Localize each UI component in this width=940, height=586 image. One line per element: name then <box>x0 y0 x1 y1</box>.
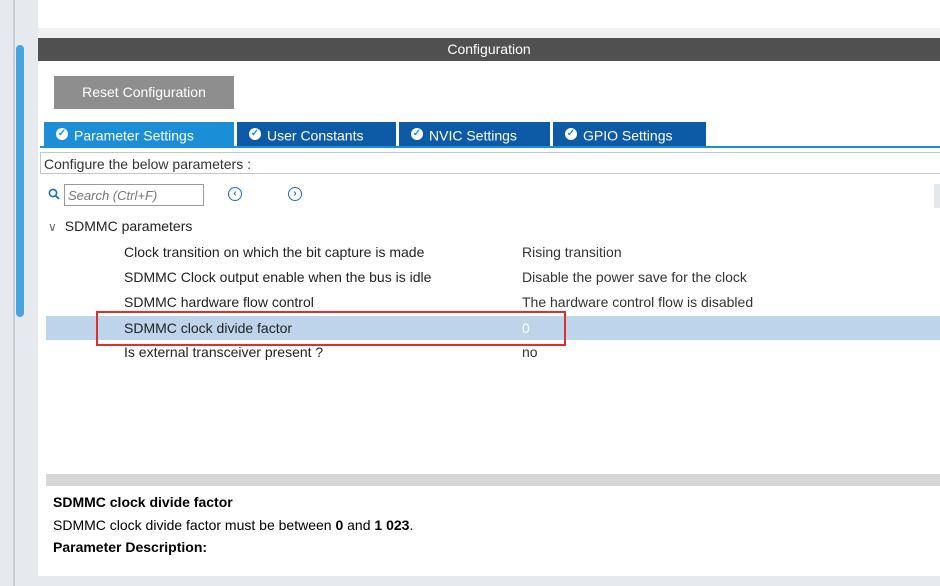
check-circle-icon: ✓ <box>249 128 261 141</box>
reset-configuration-button[interactable]: Reset Configuration <box>54 76 234 109</box>
search-icon <box>48 188 60 203</box>
parameter-description-heading: Parameter Description: <box>53 539 208 555</box>
tab-parameter-settings[interactable]: ✓ Parameter Settings <box>44 122 234 146</box>
parameter-value: Disable the power save for the clock <box>522 269 747 285</box>
tab-label: User Constants <box>267 127 364 144</box>
tab-label: NVIC Settings <box>429 127 517 144</box>
rail-line <box>13 0 15 586</box>
next-match-button[interactable]: › <box>288 187 302 201</box>
vertical-scrollbar[interactable] <box>16 45 24 317</box>
check-circle-icon: ✓ <box>411 128 423 141</box>
top-area <box>38 0 940 28</box>
group-sdmmc-parameters[interactable]: ∨ SDMMC parameters <box>48 218 192 234</box>
tab-label: GPIO Settings <box>583 127 673 144</box>
search-input[interactable] <box>64 184 204 206</box>
tab-gpio-settings[interactable]: ✓ GPIO Settings <box>553 122 706 146</box>
tab-label: Parameter Settings <box>74 127 194 144</box>
parameter-row[interactable]: Clock transition on which the bit captur… <box>46 241 940 264</box>
group-label: SDMMC parameters <box>64 218 193 234</box>
description-suffix: . <box>409 517 414 533</box>
check-circle-icon: ✓ <box>56 128 68 141</box>
chevron-down-icon: ∨ <box>48 220 57 234</box>
left-rail <box>0 0 38 586</box>
tab-nvic-settings[interactable]: ✓ NVIC Settings <box>399 122 550 146</box>
tab-underline <box>40 146 940 148</box>
description-text: SDMMC clock divide factor must be betwee… <box>53 517 413 533</box>
parameter-row[interactable]: SDMMC Clock output enable when the bus i… <box>46 266 940 289</box>
description-splitter[interactable] <box>46 474 940 486</box>
description-and: and <box>343 517 375 533</box>
parameter-name: SDMMC Clock output enable when the bus i… <box>124 269 432 285</box>
configuration-header: Configuration <box>38 38 940 61</box>
description-prefix: SDMMC clock divide factor must be betwee… <box>53 517 336 533</box>
previous-match-button[interactable]: ‹ <box>228 187 242 201</box>
check-circle-icon: ✓ <box>565 128 577 141</box>
highlight-box <box>96 311 566 346</box>
configure-label: Configure the below parameters : <box>40 152 940 174</box>
description-max: 1 023 <box>374 517 410 533</box>
description-panel: SDMMC clock divide factor SDMMC clock di… <box>46 486 940 576</box>
parameter-name: Clock transition on which the bit captur… <box>124 244 425 260</box>
description-title: SDMMC clock divide factor <box>53 494 233 510</box>
side-strip <box>934 184 940 208</box>
top-band <box>38 28 940 38</box>
bottom-border <box>38 576 940 586</box>
tab-user-constants[interactable]: ✓ User Constants <box>237 122 396 146</box>
parameter-value: Rising transition <box>522 244 622 260</box>
